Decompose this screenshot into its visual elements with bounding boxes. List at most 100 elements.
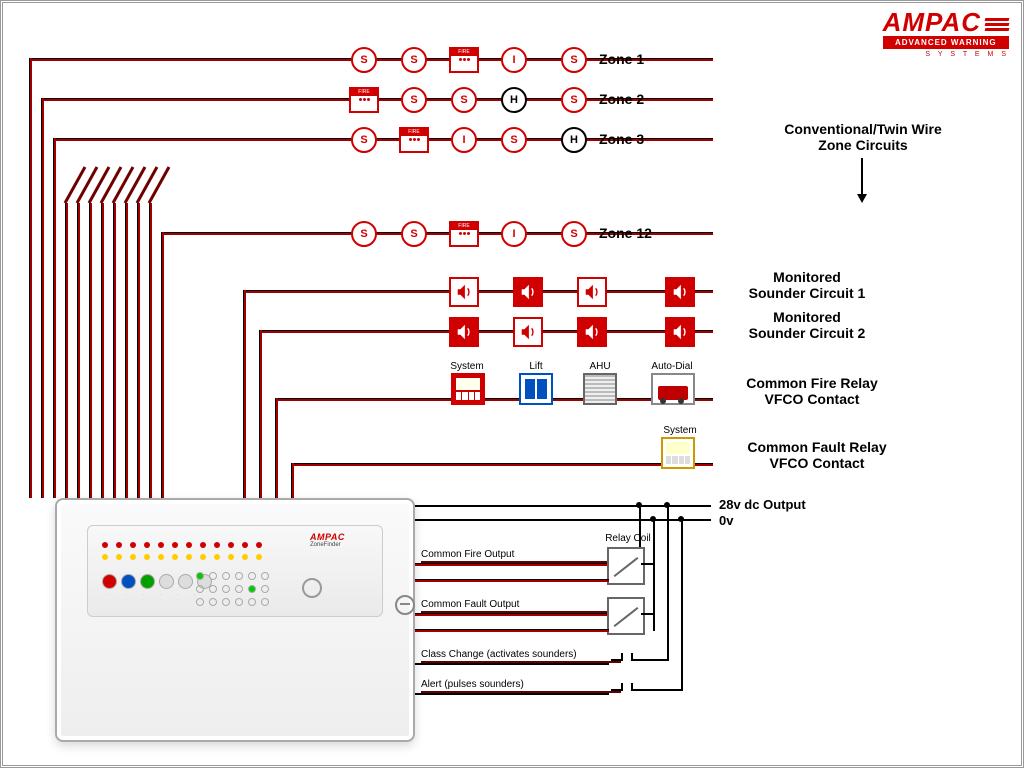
- panel-brand: AMPAC ZoneFinder: [310, 532, 364, 558]
- call-point-icon: FIRE: [349, 87, 379, 113]
- zone-label: Zone 2: [599, 91, 644, 107]
- ahu-icon: [583, 373, 617, 405]
- call-point-icon: FIRE: [399, 127, 429, 153]
- wire: [639, 689, 683, 691]
- fault-relay-label: Common Fault Relay VFCO Contact: [727, 439, 907, 471]
- sounder-icon: [665, 277, 695, 307]
- wire: [291, 463, 294, 498]
- dc28-label: 28v dc Output: [719, 497, 806, 512]
- panel-button-captions: ······: [102, 592, 202, 597]
- wire: [65, 203, 68, 498]
- sounder-icon: [577, 277, 607, 307]
- wire: [411, 563, 609, 566]
- wire: [29, 58, 32, 498]
- zone-section-title: Conventional/Twin Wire Zone Circuits: [763, 121, 963, 153]
- panel-zone-leds2: [102, 554, 262, 560]
- fire-truck-icon: [651, 373, 695, 405]
- v0-label: 0v: [719, 513, 733, 528]
- smoke-detector-icon: S: [561, 221, 587, 247]
- smoke-detector-icon: S: [561, 47, 587, 73]
- sounder-icon: [449, 277, 479, 307]
- heat-detector-icon: H: [501, 87, 527, 113]
- heat-detector-icon: H: [561, 127, 587, 153]
- system-caption: System: [447, 361, 487, 372]
- wire: [161, 232, 164, 498]
- class-change-label: Class Change (activates sounders): [421, 649, 621, 663]
- panel-knob: [302, 578, 322, 598]
- wire-fan: [63, 163, 173, 213]
- smoke-detector-icon: S: [351, 127, 377, 153]
- wire-fire-relay: [275, 398, 713, 401]
- wire: [259, 330, 262, 498]
- wire: [53, 138, 56, 498]
- system2-caption: System: [657, 425, 703, 436]
- sounder2-label: Monitored Sounder Circuit 2: [727, 309, 887, 341]
- wire: [411, 693, 609, 695]
- wire-node: [678, 516, 684, 522]
- wiring-diagram: AMPAC ADVANCED WARNING S Y S T E M S S S…: [0, 0, 1024, 768]
- wire: [411, 629, 609, 632]
- smoke-detector-icon: S: [351, 221, 377, 247]
- logo-sub: S Y S T E M S: [883, 51, 1009, 58]
- system-panel-icon: [661, 437, 695, 469]
- ion-detector-icon: I: [501, 47, 527, 73]
- ahu-caption: AHU: [583, 361, 617, 372]
- zone-label: Zone 12: [599, 225, 652, 241]
- sounder-icon: [665, 317, 695, 347]
- alert-label: Alert (pulses sounders): [421, 679, 621, 693]
- wire-fault-relay: [291, 463, 713, 466]
- smoke-detector-icon: S: [501, 127, 527, 153]
- wire: [667, 505, 669, 659]
- wire-sounder2: [259, 330, 713, 333]
- relaycoil-caption: Relay Coil: [603, 533, 653, 544]
- wire: [411, 579, 609, 582]
- system-panel-icon: [451, 373, 485, 405]
- fault-output-label: Common Fault Output: [421, 599, 607, 613]
- ion-detector-icon: I: [501, 221, 527, 247]
- wire: [411, 663, 609, 665]
- wire-0v: [411, 519, 711, 521]
- zone-label: Zone 3: [599, 131, 644, 147]
- wire: [137, 203, 140, 498]
- panel-keyswitch: [395, 595, 415, 615]
- brand-logo: AMPAC ADVANCED WARNING S Y S T E M S: [883, 11, 1009, 58]
- wire: [77, 203, 80, 498]
- zone-label: Zone 1: [599, 51, 644, 67]
- arrow-down-icon: [861, 158, 867, 203]
- sounder-icon: [513, 277, 543, 307]
- smoke-detector-icon: S: [401, 87, 427, 113]
- lift-caption: Lift: [521, 361, 551, 372]
- wire: [89, 203, 92, 498]
- sounder-icon: [449, 317, 479, 347]
- sounder-icon: [577, 317, 607, 347]
- wire: [101, 203, 104, 498]
- smoke-detector-icon: S: [451, 87, 477, 113]
- relay-coil-icon: [607, 597, 645, 635]
- wire: [275, 398, 278, 498]
- sounder1-label: Monitored Sounder Circuit 1: [727, 269, 887, 301]
- panel-zone-leds: [102, 542, 262, 548]
- relay-coil-icon: [607, 547, 645, 585]
- logo-tagline: ADVANCED WARNING: [883, 36, 1009, 49]
- smoke-detector-icon: S: [401, 221, 427, 247]
- wire-node: [650, 516, 656, 522]
- smoke-detector-icon: S: [561, 87, 587, 113]
- smoke-detector-icon: S: [401, 47, 427, 73]
- autodial-caption: Auto-Dial: [647, 361, 697, 372]
- call-point-icon: FIRE: [449, 221, 479, 247]
- wire-node: [664, 502, 670, 508]
- wire: [149, 203, 152, 498]
- fire-relay-label: Common Fire Relay VFCO Contact: [727, 375, 897, 407]
- panel-face: AMPAC ZoneFinder ······: [87, 525, 383, 617]
- call-point-icon: FIRE: [449, 47, 479, 73]
- wire: [641, 613, 655, 615]
- wire: [411, 613, 609, 616]
- sounder-icon: [513, 317, 543, 347]
- wire: [243, 290, 246, 498]
- fire-output-label: Common Fire Output: [421, 549, 607, 563]
- smoke-detector-icon: S: [351, 47, 377, 73]
- wire-node: [636, 502, 642, 508]
- logo-text: AMPAC: [883, 7, 981, 37]
- lift-icon: [519, 373, 553, 405]
- wire: [681, 519, 683, 691]
